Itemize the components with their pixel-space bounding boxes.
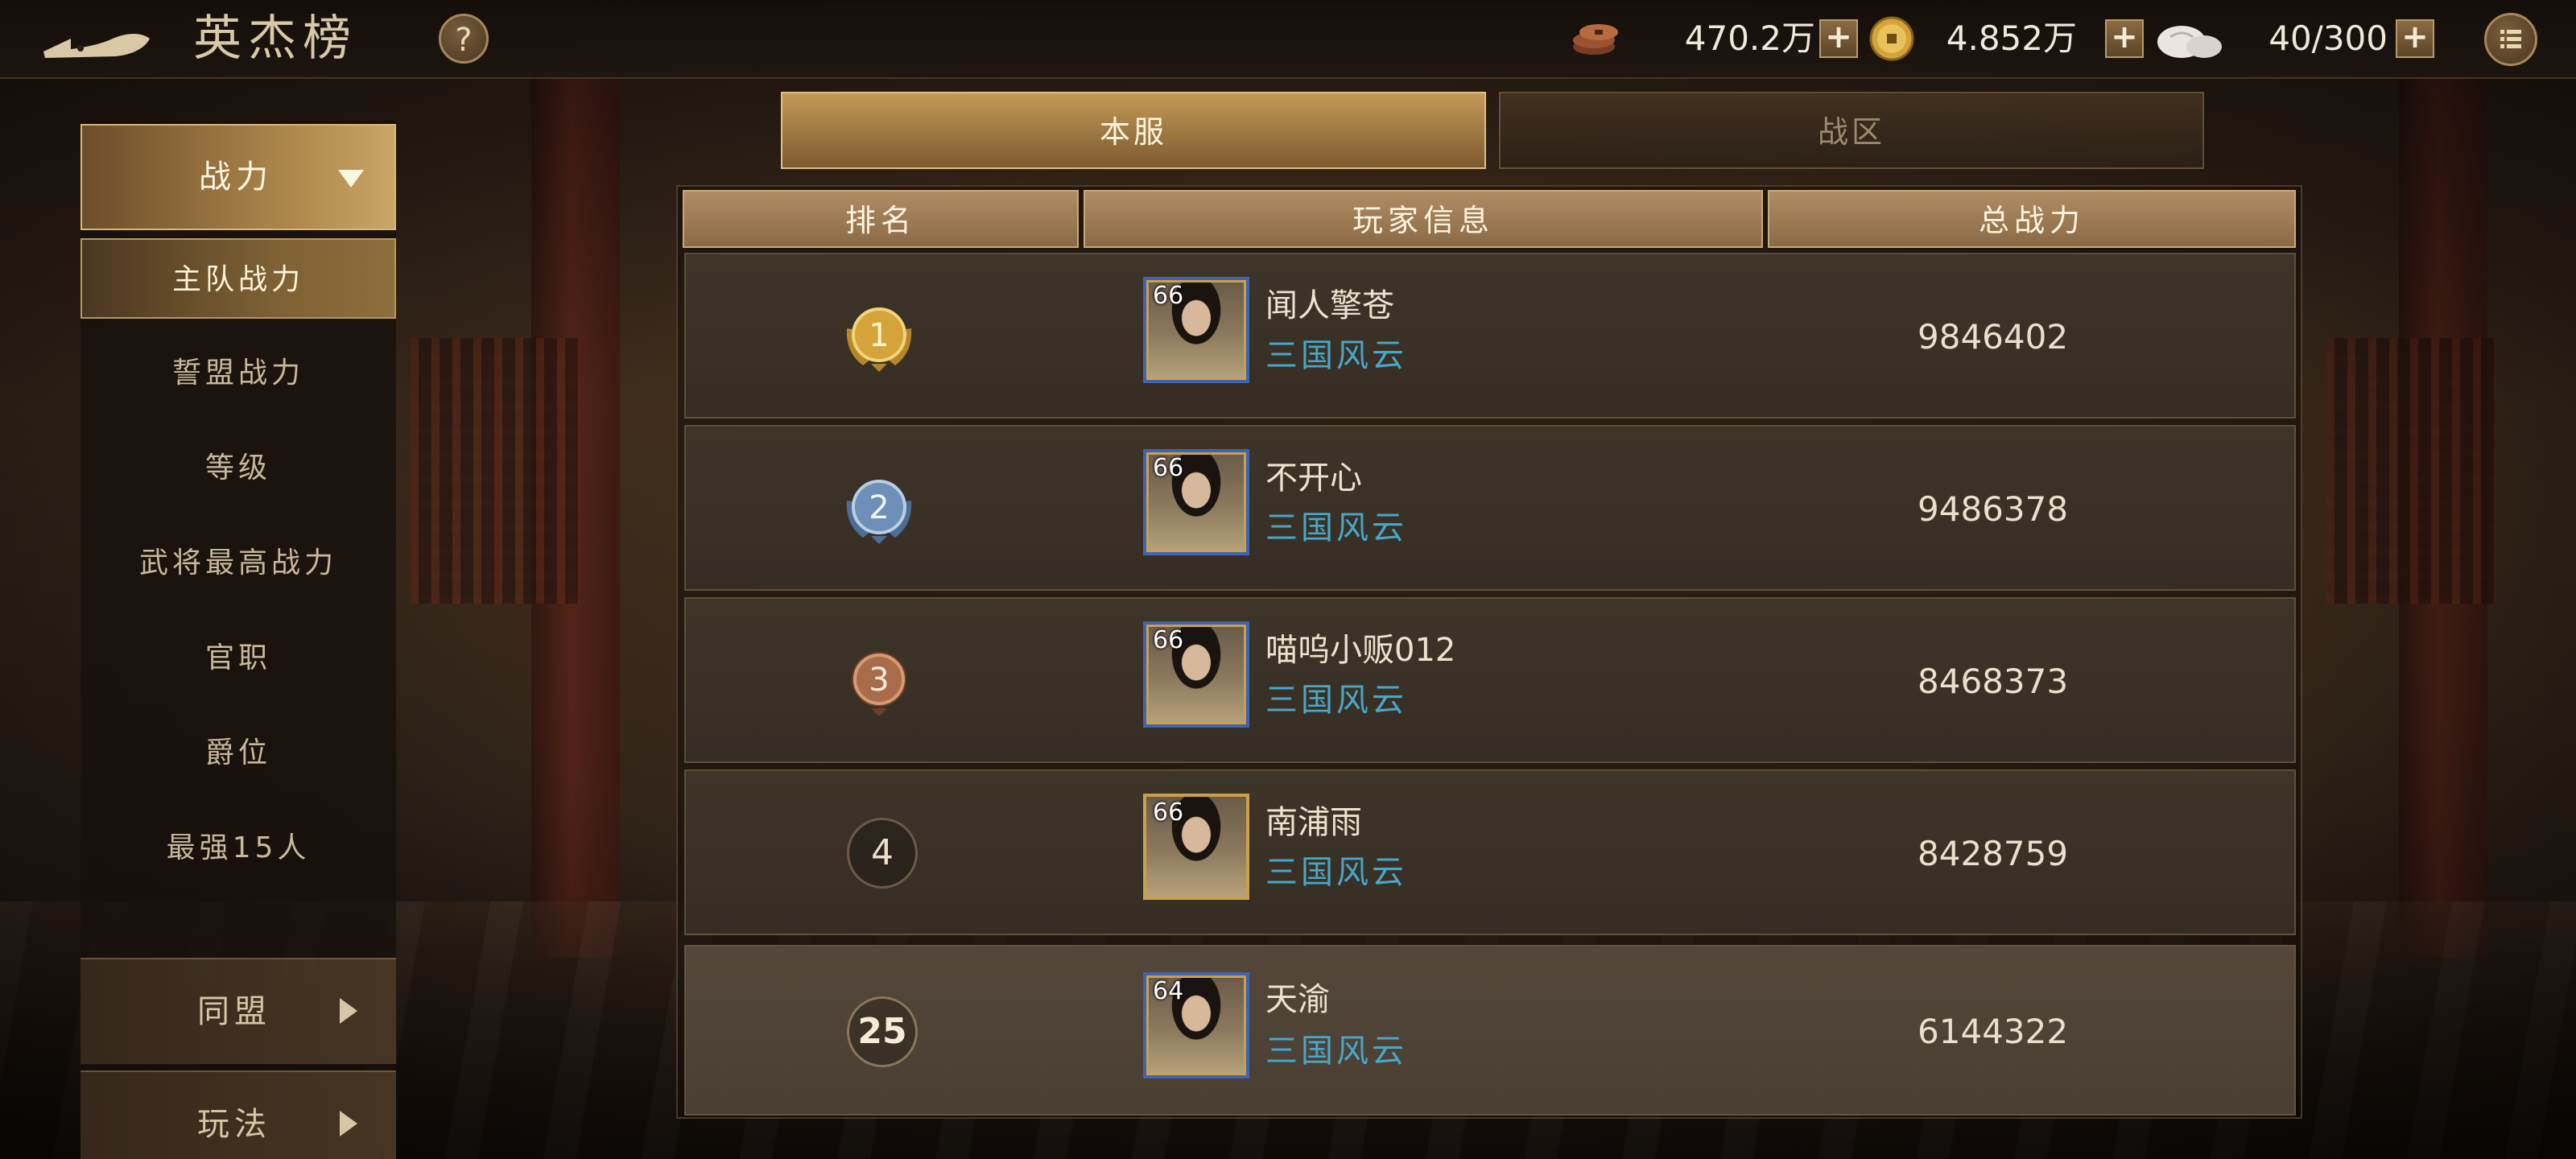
tab-war-zone[interactable]: 战区: [1499, 92, 2204, 169]
stamina-amount: 40/300: [2268, 19, 2388, 58]
list-menu-icon: [2500, 30, 2521, 48]
avatar[interactable]: 66: [1143, 794, 1249, 900]
rank-number: 2: [869, 489, 889, 526]
top-bar: 英杰榜 ? 470.2万 + 4.852万 + 40/300 +: [0, 0, 2576, 79]
table-row[interactable]: 2 66 不开心 三国风云 9486378: [684, 425, 2296, 591]
column-header-rank: 排名: [683, 190, 1079, 248]
avatar[interactable]: 66: [1143, 277, 1249, 383]
table-row[interactable]: 3 66 喵呜小贩012 三国风云 8468373: [684, 597, 2296, 763]
gold-amount: 4.852万: [1946, 19, 2077, 58]
gold-medal-icon: 1: [839, 296, 919, 377]
avatar[interactable]: 64: [1143, 972, 1249, 1079]
player-server: 三国风云: [1265, 682, 1407, 719]
copper-amount: 470.2万: [1684, 19, 1815, 58]
avatar[interactable]: 66: [1143, 621, 1249, 728]
rank-number: 4: [847, 818, 918, 889]
player-level: 64: [1153, 977, 1184, 1005]
chevron-right-icon: [340, 1111, 357, 1136]
copper-resource: 470.2万 +: [1570, 16, 1908, 61]
sidebar-item-official-rank[interactable]: 官职: [80, 618, 396, 699]
back-button[interactable]: [39, 14, 159, 63]
category-label: 同盟: [197, 993, 271, 1030]
player-server: 三国风云: [1265, 1033, 1407, 1070]
help-button[interactable]: ?: [439, 14, 489, 64]
self-rank-row[interactable]: 25 64 天渝 三国风云 6144322: [684, 945, 2296, 1116]
column-header-total-power: 总战力: [1768, 190, 2296, 248]
sidebar-item-top-general-power[interactable]: 武将最高战力: [80, 523, 396, 604]
background-lattice-window: [2326, 338, 2496, 604]
menu-button[interactable]: [2484, 13, 2537, 66]
bronze-medal-icon: 3: [839, 641, 919, 721]
player-name: 闻人擎苍: [1265, 287, 1394, 324]
sidebar-item-team-power[interactable]: 主队战力: [80, 238, 396, 319]
player-name: 天渝: [1265, 981, 1330, 1018]
total-power: 9846402: [1918, 317, 2069, 357]
steamed-bun-icon: [2157, 26, 2222, 58]
player-level: 66: [1153, 282, 1184, 310]
player-server: 三国风云: [1265, 509, 1407, 547]
table-row[interactable]: 1 66 闻人擎苍 三国风云 9846402: [684, 253, 2296, 419]
player-name: 南浦雨: [1265, 804, 1362, 841]
total-power: 8468373: [1918, 662, 2069, 701]
rank-number: 1: [869, 317, 889, 354]
rank-number: 25: [847, 996, 918, 1067]
player-level: 66: [1153, 454, 1184, 482]
player-name: 不开心: [1265, 460, 1362, 497]
background-lattice-window: [411, 338, 580, 604]
gold-resource: 4.852万 +: [1868, 16, 2157, 61]
sidebar-item-nobility[interactable]: 爵位: [80, 713, 396, 794]
silver-medal-icon: 2: [839, 468, 919, 549]
category-combat-power[interactable]: 战力: [80, 124, 396, 230]
add-gold-button[interactable]: +: [2105, 19, 2144, 58]
sidebar-item-strongest-15[interactable]: 最强15人: [80, 808, 396, 889]
leaderboard-screen: 英杰榜 ? 470.2万 + 4.852万 + 40/300 + 战力 主队战力…: [0, 0, 2576, 1159]
column-header-player-info: 玩家信息: [1084, 190, 1763, 248]
copper-coins-icon: [1573, 24, 1618, 55]
category-label: 战力: [199, 159, 273, 196]
total-power: 6144322: [1918, 1012, 2069, 1051]
table-row[interactable]: 4 66 南浦雨 三国风云 8428759: [684, 769, 2296, 935]
category-alliance[interactable]: 同盟: [80, 958, 396, 1064]
player-server: 三国风云: [1265, 337, 1407, 374]
rank-number: 3: [869, 662, 889, 699]
player-server: 三国风云: [1265, 854, 1407, 891]
stamina-resource: 40/300 +: [2154, 16, 2452, 61]
category-sidebar: 战力 主队战力 誓盟战力 等级 武将最高战力 官职 爵位 最强15人 同盟 玩法: [80, 121, 396, 1159]
back-arrow-icon: [43, 34, 150, 58]
player-level: 66: [1153, 626, 1184, 654]
category-gameplay[interactable]: 玩法: [80, 1070, 396, 1159]
sidebar-item-oath-power[interactable]: 誓盟战力: [80, 333, 396, 414]
total-power: 9486378: [1918, 489, 2069, 529]
add-copper-button[interactable]: +: [1819, 19, 1858, 58]
tab-this-server[interactable]: 本服: [781, 92, 1486, 169]
sidebar-item-level[interactable]: 等级: [80, 428, 396, 509]
add-stamina-button[interactable]: +: [2396, 19, 2434, 58]
player-level: 66: [1153, 798, 1184, 827]
chevron-right-icon: [340, 998, 357, 1024]
player-name: 喵呜小贩012: [1265, 632, 1456, 669]
chevron-down-icon: [338, 170, 364, 188]
category-label: 玩法: [197, 1106, 271, 1143]
avatar[interactable]: 66: [1143, 449, 1249, 555]
page-title: 英杰榜: [193, 10, 357, 67]
total-power: 8428759: [1918, 834, 2069, 873]
